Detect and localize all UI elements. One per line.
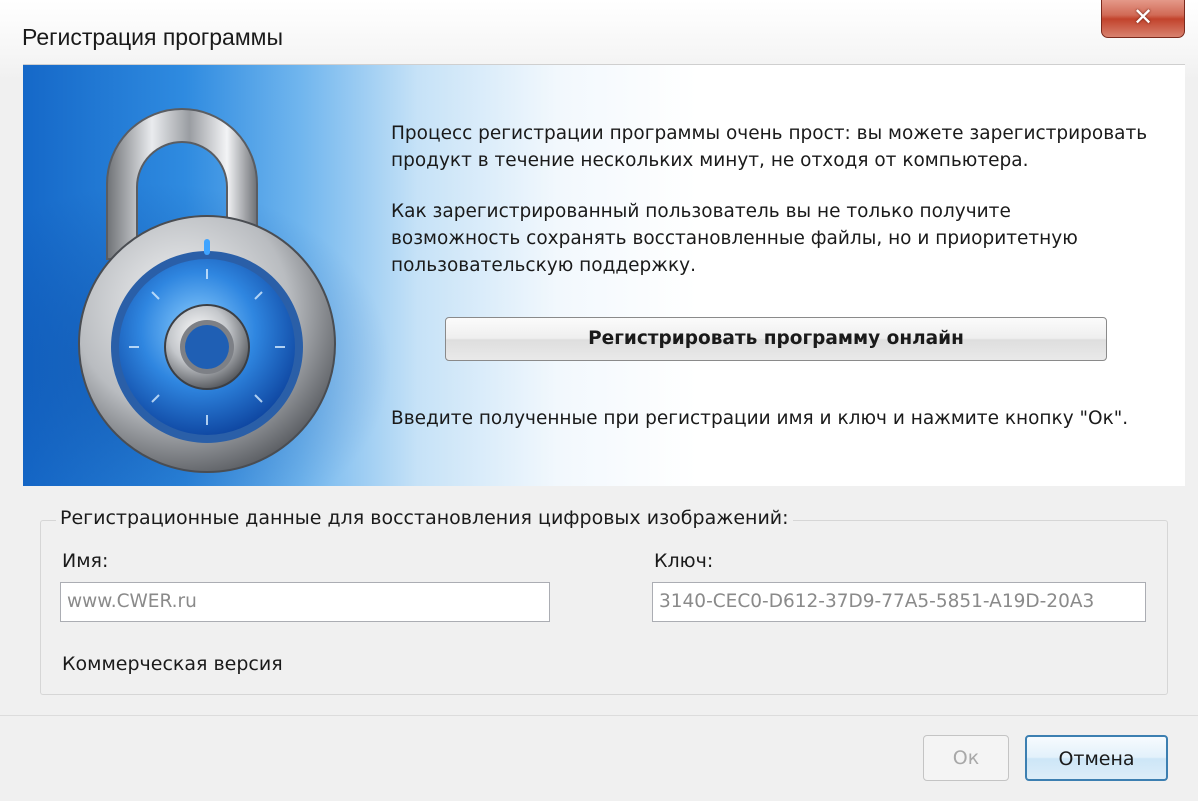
close-icon: ✕ (1132, 3, 1154, 31)
intro-paragraph: Процесс регистрации программы очень прос… (391, 120, 1151, 174)
benefits-paragraph: Как зарегистрированный пользователь вы н… (391, 198, 1151, 279)
info-banner: Процесс регистрации программы очень прос… (23, 64, 1185, 486)
window-title: Регистрация программы (22, 24, 284, 50)
cancel-button[interactable]: Отмена (1025, 735, 1168, 781)
benefits-line: возможность сохранять восстановленные фа… (391, 228, 1078, 249)
benefits-line: пользовательскую поддержку. (391, 255, 696, 276)
intro-line: продукт в течение нескольких минут, не о… (391, 150, 1029, 171)
version-text: Коммерческая версия (62, 653, 283, 675)
close-button[interactable]: ✕ (1101, 0, 1185, 38)
key-label: Ключ: (654, 550, 714, 572)
name-label: Имя: (62, 550, 109, 572)
registration-dialog: Регистрация программы ✕ Процесс регистра… (0, 0, 1198, 801)
instruction-text: Введите полученные при регистрации имя и… (391, 408, 1129, 429)
ok-button[interactable]: Ок (923, 735, 1009, 781)
register-online-button[interactable]: Регистрировать программу онлайн (445, 317, 1107, 361)
footer-divider (0, 715, 1198, 716)
name-field[interactable]: www.CWER.ru (60, 582, 550, 622)
intro-line: Процесс регистрации программы очень прос… (391, 123, 1148, 144)
key-field[interactable]: 3140-CEC0-D612-37D9-77A5-5851-A19D-20A3 (652, 582, 1146, 622)
group-label: Регистрационные данные для восстановлени… (56, 507, 793, 529)
padlock-icon (78, 108, 336, 473)
benefits-line: Как зарегистрированный пользователь вы н… (391, 201, 1011, 222)
